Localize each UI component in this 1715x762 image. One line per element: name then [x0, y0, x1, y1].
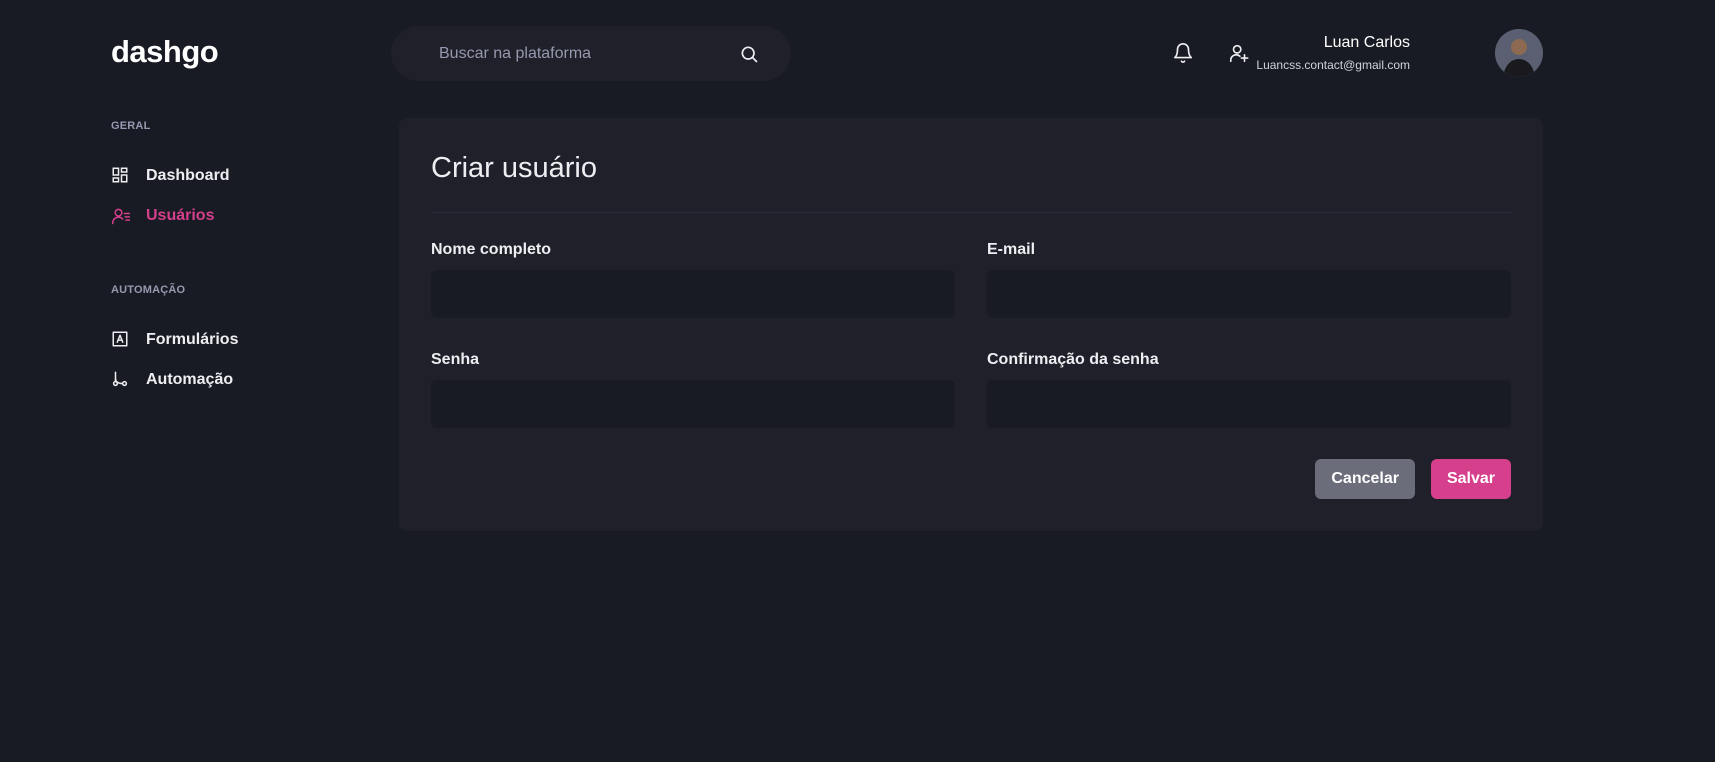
dashboard-icon [111, 166, 131, 186]
section-title: AUTOMAÇÃO [111, 284, 186, 296]
sidebar-section-automacao: AUTOMAÇÃO Formulários Automação [111, 284, 361, 390]
field-password: Senha [431, 350, 955, 428]
header-actions [1172, 42, 1252, 66]
nav-list: Formulários Automação [111, 330, 361, 390]
sidebar-item-automacao[interactable]: Automação [111, 370, 361, 390]
field-email: E-mail [987, 240, 1511, 318]
sidebar-item-usuarios[interactable]: Usuários [111, 206, 361, 226]
sidebar-item-formularios[interactable]: Formulários [111, 330, 361, 350]
sidebar-section-geral: GERAL Dashboard Usuários [111, 120, 361, 226]
users-icon [111, 206, 131, 226]
sidebar-item-label: Usuários [146, 207, 215, 224]
bell-icon[interactable] [1172, 42, 1196, 66]
create-user-card: Criar usuário Nome completo E-mail Senha… [399, 118, 1543, 531]
search-bar[interactable] [391, 26, 791, 81]
user-form: Nome completo E-mail Senha Confirmação d… [431, 240, 1511, 428]
search-input[interactable] [439, 44, 739, 63]
nav-list: Dashboard Usuários [111, 166, 361, 226]
sidebar: GERAL Dashboard Usuários AUTOMAÇÃO Formu… [111, 120, 361, 390]
profile-email: Luancss.contact@gmail.com [1256, 58, 1410, 72]
save-button[interactable]: Salvar [1430, 459, 1511, 499]
password-confirmation-input[interactable] [987, 380, 1511, 428]
form-icon [111, 330, 131, 350]
password-confirmation-label: Confirmação da senha [987, 351, 1159, 368]
field-password-confirmation: Confirmação da senha [987, 350, 1511, 428]
password-input[interactable] [431, 380, 955, 428]
git-branch-icon [111, 370, 131, 390]
form-actions: Cancelar Salvar [1315, 459, 1511, 499]
profile-name: Luan Carlos [1323, 34, 1410, 51]
email-label: E-mail [987, 241, 1036, 258]
sidebar-item-dashboard[interactable]: Dashboard [111, 166, 361, 186]
name-label: Nome completo [431, 241, 552, 258]
page-title: Criar usuário [431, 152, 597, 184]
sidebar-item-label: Dashboard [146, 167, 230, 184]
section-title: GERAL [111, 120, 151, 132]
app-root: dashgo Luan Carlos Luancss.contact@gmail… [0, 0, 1715, 762]
logo[interactable]: dashgo [111, 34, 219, 70]
name-input[interactable] [431, 270, 955, 318]
field-name: Nome completo [431, 240, 955, 318]
sidebar-item-label: Formulários [146, 331, 239, 348]
sidebar-item-label: Automação [146, 371, 234, 388]
avatar[interactable] [1495, 29, 1543, 77]
search-icon[interactable] [739, 44, 759, 64]
user-plus-icon[interactable] [1228, 42, 1252, 66]
cancel-button[interactable]: Cancelar [1315, 459, 1415, 499]
profile-info: Luan Carlos Luancss.contact@gmail.com [1256, 33, 1410, 72]
divider [431, 212, 1511, 213]
email-input[interactable] [987, 270, 1511, 318]
password-label: Senha [431, 351, 480, 368]
